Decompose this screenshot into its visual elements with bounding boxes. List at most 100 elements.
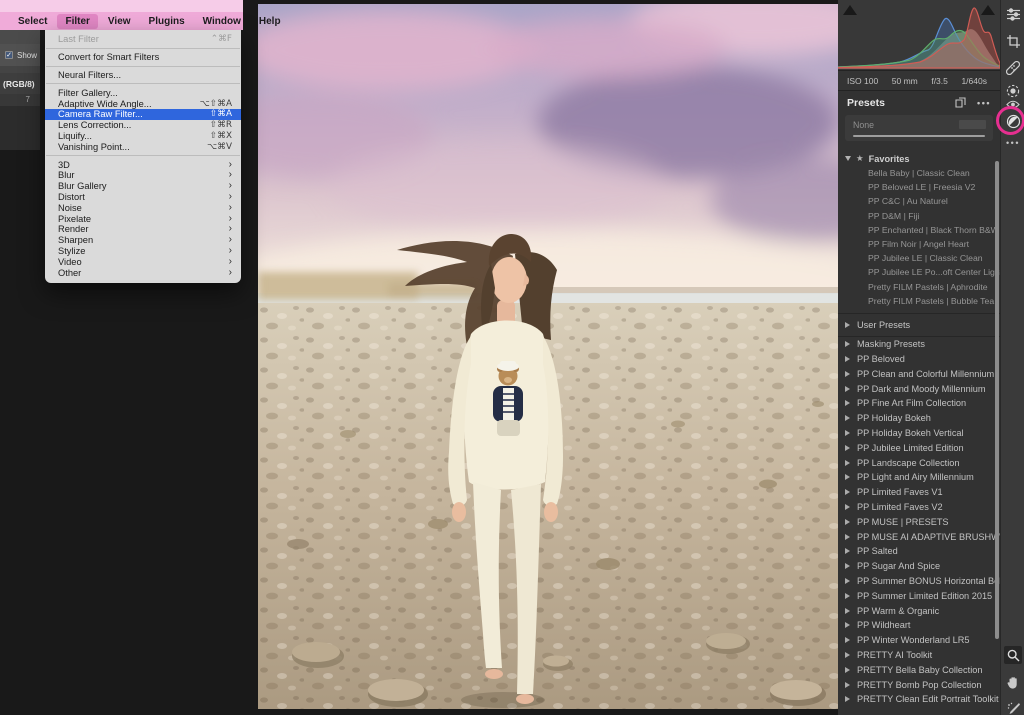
show-checkbox[interactable]: ✓	[5, 51, 13, 59]
preset-item-pp-jubilee-le-po-oft-center-light[interactable]: PP Jubilee LE Po...oft Center Light	[838, 265, 1000, 279]
preset-group-pp-winter-wonderland-lr5[interactable]: PP Winter Wonderland LR5	[838, 633, 1000, 648]
create-preset-icon[interactable]	[955, 97, 966, 108]
preset-group-pp-muse-presets[interactable]: PP MUSE | PRESETS	[838, 514, 1000, 529]
preset-group-pp-holiday-bokeh[interactable]: PP Holiday Bokeh	[838, 411, 1000, 426]
preset-group-pp-summer-bonus-horizontal-bokeh[interactable]: PP Summer BONUS Horizontal Bokeh	[838, 574, 1000, 589]
preset-group-pp-summer-limited-edition-2015[interactable]: PP Summer Limited Edition 2015	[838, 588, 1000, 603]
menu-item-liquify[interactable]: Liquify...⇧⌘X	[45, 131, 241, 142]
chevron-right-icon	[845, 371, 850, 377]
preset-group-pp-limited-faves-v2[interactable]: PP Limited Faves V2	[838, 500, 1000, 515]
preset-group-pp-warm-organic[interactable]: PP Warm & Organic	[838, 603, 1000, 618]
menu-item-blur[interactable]: Blur›	[45, 170, 241, 181]
preset-group-masking-presets[interactable]: Masking Presets	[838, 337, 1000, 352]
menubar-item-help[interactable]: Help	[251, 14, 289, 29]
zoom-tool-icon[interactable]	[1004, 646, 1022, 664]
user-presets-group-header[interactable]: User Presets	[838, 314, 1000, 337]
menubar-item-filter[interactable]: Filter	[57, 14, 97, 29]
menu-item-filter-gallery[interactable]: Filter Gallery...	[45, 87, 241, 98]
preset-group-pp-limited-faves-v1[interactable]: PP Limited Faves V1	[838, 485, 1000, 500]
preset-group-pp-muse-ai-adaptive-brushwork[interactable]: PP MUSE AI ADAPTIVE BRUSHWORK	[838, 529, 1000, 544]
menu-separator	[46, 83, 240, 84]
menu-item-pixelate[interactable]: Pixelate›	[45, 213, 241, 224]
preset-item-pp-c-c-au-naturel[interactable]: PP C&C | Au Naturel	[838, 194, 1000, 208]
menu-item-adaptive-wide-angle[interactable]: Adaptive Wide Angle...⌥⇧⌘A	[45, 98, 241, 109]
preset-group-label: PP Wildheart	[857, 620, 910, 630]
photo-preview[interactable]	[258, 4, 838, 709]
red-eye-icon[interactable]	[1004, 95, 1022, 113]
preset-group-pp-dark-and-moody-millennium[interactable]: PP Dark and Moody Millennium	[838, 381, 1000, 396]
preset-item-pretty-film-pastels-bubble-tea[interactable]: Pretty FILM Pastels | Bubble Tea	[838, 294, 1000, 308]
preset-item-bella-baby-classic-clean[interactable]: Bella Baby | Classic Clean	[838, 166, 1000, 180]
highlight-clipping-icon[interactable]	[981, 5, 995, 15]
menu-item-3d[interactable]: 3D›	[45, 159, 241, 170]
menu-separator	[46, 155, 240, 156]
menu-item-distort[interactable]: Distort›	[45, 192, 241, 203]
chevron-right-icon	[845, 637, 850, 643]
preset-item-pretty-film-pastels-aphrodite[interactable]: Pretty FILM Pastels | Aphrodite	[838, 280, 1000, 294]
preset-group-label: PP Clean and Colorful Millennium	[857, 369, 994, 379]
preset-group-pretty-bella-baby-collection[interactable]: PRETTY Bella Baby Collection	[838, 662, 1000, 677]
menu-separator	[46, 66, 240, 67]
preset-amount-track[interactable]	[853, 135, 985, 137]
menu-item-convert-for-smart-filters[interactable]: Convert for Smart Filters	[45, 52, 241, 63]
crop-icon[interactable]	[1004, 32, 1022, 50]
hand-tool-icon[interactable]	[1004, 673, 1022, 691]
menu-item-render[interactable]: Render›	[45, 224, 241, 235]
menu-item-shortcut: ⌥⇧⌘A	[200, 99, 232, 109]
preset-group-pp-jubilee-limited-edition[interactable]: PP Jubilee Limited Edition	[838, 440, 1000, 455]
menu-item-blur-gallery[interactable]: Blur Gallery›	[45, 181, 241, 192]
preset-group-pretty-clean-edit-portrait-toolkit[interactable]: PRETTY Clean Edit Portrait Toolkit	[838, 692, 1000, 707]
preset-group-pp-landscape-collection[interactable]: PP Landscape Collection	[838, 455, 1000, 470]
histogram[interactable]	[838, 0, 1000, 71]
menu-item-noise[interactable]: Noise›	[45, 202, 241, 213]
preset-group-pretty-ai-toolkit[interactable]: PRETTY AI Toolkit	[838, 648, 1000, 663]
healing-brush-icon[interactable]	[1004, 59, 1022, 77]
preset-group-pp-clean-and-colorful-millennium[interactable]: PP Clean and Colorful Millennium	[838, 366, 1000, 381]
edit-icon[interactable]	[1004, 5, 1022, 23]
preset-group-pp-salted[interactable]: PP Salted	[838, 544, 1000, 559]
preset-group-pp-wildheart[interactable]: PP Wildheart	[838, 618, 1000, 633]
preset-group-pp-beloved[interactable]: PP Beloved	[838, 352, 1000, 367]
preset-amount-slider[interactable]: None	[845, 115, 993, 141]
histogram-curves	[838, 0, 1000, 71]
presets-panel: ISO 10050 mmf/3.51/640s Presets ••• None	[838, 0, 1000, 715]
preset-group-pretty-bomb-pop-collection[interactable]: PRETTY Bomb Pop Collection	[838, 677, 1000, 692]
menu-item-label: Last Filter	[58, 34, 99, 44]
menu-item-stylize[interactable]: Stylize›	[45, 246, 241, 257]
menubar-item-view[interactable]: View	[100, 14, 139, 29]
preset-group-pp-fine-art-film-collection[interactable]: PP Fine Art Film Collection	[838, 396, 1000, 411]
chevron-right-icon	[845, 356, 850, 362]
more-tools-icon[interactable]: •••	[1004, 134, 1022, 152]
menu-item-neural-filters[interactable]: Neural Filters...	[45, 70, 241, 81]
chevron-down-icon	[845, 156, 851, 161]
menu-item-vanishing-point[interactable]: Vanishing Point...⌥⌘V	[45, 141, 241, 152]
preset-item-pp-d-m-fiji[interactable]: PP D&M | Fiji	[838, 209, 1000, 223]
menu-item-video[interactable]: Video›	[45, 256, 241, 267]
menu-item-sharpen[interactable]: Sharpen›	[45, 235, 241, 246]
menubar-item-select[interactable]: Select	[10, 14, 55, 29]
preset-group-pp-sugar-and-spice[interactable]: PP Sugar And Spice	[838, 559, 1000, 574]
preset-item-pp-film-noir-angel-heart[interactable]: PP Film Noir | Angel Heart	[838, 237, 1000, 251]
scrollbar[interactable]	[995, 161, 999, 639]
preset-item-pp-beloved-le-freesia-v2[interactable]: PP Beloved LE | Freesia V2	[838, 180, 1000, 194]
preset-item-pp-jubilee-le-classic-clean[interactable]: PP Jubilee LE | Classic Clean	[838, 251, 1000, 265]
menu-item-camera-raw-filter[interactable]: Camera Raw Filter...⇧⌘A	[45, 109, 241, 120]
shadow-clipping-icon[interactable]	[843, 5, 857, 15]
favorites-group-header[interactable]: ★ Favorites	[838, 151, 1000, 166]
menu-item-other[interactable]: Other›	[45, 267, 241, 278]
presets-icon[interactable]	[1004, 112, 1022, 130]
chevron-right-icon	[845, 534, 850, 540]
preset-group-pp-holiday-bokeh-vertical[interactable]: PP Holiday Bokeh Vertical	[838, 426, 1000, 441]
acr-tool-strip: •••	[1000, 0, 1024, 715]
panel-menu-icon[interactable]: •••	[977, 100, 991, 106]
preset-group-label: PRETTY AI Toolkit	[857, 650, 932, 660]
detail-brush-icon[interactable]	[1004, 699, 1022, 715]
menubar-item-plugins[interactable]: Plugins	[141, 14, 193, 29]
preset-group-pp-light-and-airy-millennium[interactable]: PP Light and Airy Millennium	[838, 470, 1000, 485]
menu-item-last-filter[interactable]: Last Filter⌃⌘F	[45, 34, 241, 45]
chevron-right-icon	[845, 652, 850, 658]
preset-item-pp-enchanted-black-thorn-b-w[interactable]: PP Enchanted | Black Thorn B&W	[838, 223, 1000, 237]
menubar-item-window[interactable]: Window	[195, 14, 249, 29]
menu-item-lens-correction[interactable]: Lens Correction...⇧⌘R	[45, 120, 241, 131]
menu-item-label: Other	[58, 268, 81, 278]
